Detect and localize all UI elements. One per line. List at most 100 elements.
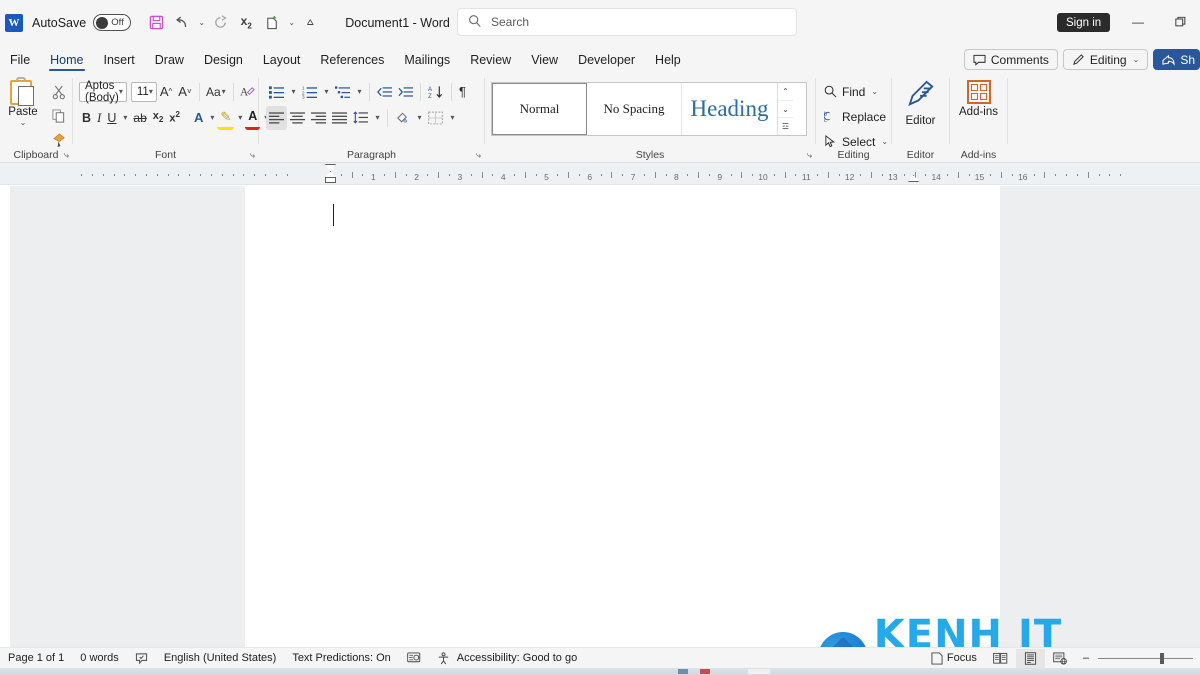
tab-insert[interactable]: Insert (94, 48, 145, 72)
styles-more-icon[interactable]: ☲ (778, 117, 793, 135)
tab-draw[interactable]: Draw (145, 48, 194, 72)
strikethrough-icon[interactable]: ab (130, 106, 149, 130)
customize-qat-icon[interactable]: ⩟ (297, 10, 323, 36)
replace-button[interactable]: bc Replace (824, 104, 891, 129)
horizontal-ruler[interactable]: 1 2 3 4 5 6 7 8 9 10 11 12 13 14 15 16 (81, 163, 1122, 185)
accessibility-status[interactable]: Accessibility: Good to go (429, 649, 585, 668)
bullet-list-dropdown-icon[interactable]: ▾ (287, 80, 299, 104)
multilevel-list-dropdown-icon[interactable]: ▾ (353, 80, 365, 104)
text-predictions[interactable]: Text Predictions: On (284, 649, 398, 668)
cut-icon[interactable] (46, 80, 72, 104)
decrease-indent-icon[interactable] (374, 80, 395, 104)
display-settings-icon[interactable] (399, 649, 429, 668)
align-center-icon[interactable] (287, 106, 308, 130)
style-item-normal[interactable]: Normal (492, 83, 587, 135)
grow-font-icon[interactable]: A ^ (157, 80, 175, 104)
clipboard-dialog-launcher[interactable]: ⤷ (64, 150, 69, 161)
align-right-icon[interactable] (308, 106, 329, 130)
shrink-font-icon[interactable]: A ˅ (175, 80, 194, 104)
taskbar-item-3[interactable] (748, 669, 770, 674)
zoom-slider[interactable] (1098, 652, 1193, 664)
font-name-combo[interactable]: Aptos (Body) ▾ (79, 80, 127, 104)
addins-button[interactable]: Add-ins (950, 80, 1007, 118)
styles-dialog-launcher[interactable]: ⤷ (807, 150, 812, 161)
text-highlight-icon[interactable]: ✎ (217, 106, 235, 130)
text-effects-icon[interactable]: A (191, 106, 206, 130)
zoom-out-button[interactable]: – (1075, 649, 1091, 668)
read-mode-icon[interactable] (985, 649, 1016, 668)
sort-icon[interactable]: AZ (425, 80, 447, 104)
tab-file[interactable]: File (0, 48, 40, 72)
language[interactable]: English (United States) (156, 649, 285, 668)
undo-dropdown-icon[interactable]: ⌄ (195, 10, 207, 36)
shading-dropdown-icon[interactable]: ▾ (413, 106, 425, 130)
show-formatting-marks-icon[interactable]: ¶ (456, 80, 469, 104)
tab-layout[interactable]: Layout (253, 48, 311, 72)
proofing-errors-icon[interactable] (127, 649, 156, 668)
find-button[interactable]: Find ⌄ (824, 79, 891, 104)
align-left-icon[interactable] (266, 105, 287, 130)
subscript-icon[interactable]: x2 (233, 10, 259, 36)
undo-icon[interactable] (169, 10, 195, 36)
tab-help[interactable]: Help (645, 48, 691, 72)
copy-icon[interactable] (46, 104, 72, 128)
change-case-icon[interactable]: Aa ▾ (203, 80, 229, 104)
autosave-toggle[interactable]: Off (93, 14, 132, 31)
editor-button[interactable]: Editor (892, 80, 949, 127)
font-dialog-launcher[interactable]: ⤷ (250, 150, 255, 161)
focus-mode-button[interactable]: Focus (923, 649, 985, 668)
web-layout-icon[interactable] (1045, 649, 1075, 668)
new-document-icon[interactable] (259, 10, 285, 36)
italic-icon[interactable]: I (94, 106, 104, 130)
line-spacing-dropdown-icon[interactable]: ▾ (371, 106, 383, 130)
increase-indent-icon[interactable] (395, 80, 416, 104)
numbered-list-dropdown-icon[interactable]: ▾ (320, 80, 332, 104)
line-spacing-icon[interactable] (350, 106, 371, 130)
borders-dropdown-icon[interactable]: ▾ (446, 106, 458, 130)
superscript-format-icon[interactable]: x2 (166, 106, 183, 130)
editing-mode-button[interactable]: Editing ⌄ (1062, 49, 1149, 70)
first-line-indent-marker[interactable] (325, 164, 336, 172)
minimize-button[interactable]: — (1125, 10, 1151, 34)
tab-home[interactable]: Home (40, 48, 93, 72)
tab-view[interactable]: View (521, 48, 568, 72)
share-button[interactable]: Sh (1153, 49, 1200, 70)
print-layout-icon[interactable] (1015, 648, 1045, 668)
word-count[interactable]: 0 words (72, 649, 127, 668)
new-document-dropdown-icon[interactable]: ⌄ (285, 10, 297, 36)
taskbar-item-2[interactable] (700, 669, 710, 674)
tab-mailings[interactable]: Mailings (394, 48, 460, 72)
subscript-format-icon[interactable]: x2 (150, 106, 167, 130)
borders-icon[interactable] (425, 106, 446, 130)
paste-dropdown-icon[interactable]: ⌄ (1, 118, 45, 127)
zoom-slider-thumb[interactable] (1160, 652, 1164, 664)
highlight-dropdown-icon[interactable]: ▾ (234, 106, 245, 130)
styles-scroll-up-icon[interactable]: ⌃ (778, 83, 793, 100)
bold-icon[interactable]: B (79, 106, 94, 130)
tab-references[interactable]: References (310, 48, 394, 72)
text-effects-dropdown-icon[interactable]: ▾ (206, 106, 217, 130)
numbered-list-icon[interactable]: 123 (299, 80, 320, 104)
comments-button[interactable]: Comments (963, 49, 1058, 70)
justify-icon[interactable] (329, 106, 350, 130)
taskbar-item-1[interactable] (678, 669, 688, 674)
clear-formatting-icon[interactable]: A (237, 80, 258, 104)
restore-button[interactable] (1168, 10, 1194, 34)
bullet-list-icon[interactable] (266, 80, 287, 104)
left-indent-marker[interactable] (325, 177, 336, 183)
font-size-combo[interactable]: 11 ▾ (130, 81, 157, 102)
tab-review[interactable]: Review (460, 48, 521, 72)
paste-button[interactable]: Paste ⌄ (1, 77, 45, 152)
underline-icon[interactable]: U (104, 106, 119, 130)
tab-developer[interactable]: Developer (568, 48, 645, 72)
style-item-no-spacing[interactable]: No Spacing (587, 83, 682, 135)
sign-in-button[interactable]: Sign in (1057, 13, 1111, 32)
paragraph-dialog-launcher[interactable]: ⤷ (476, 150, 481, 161)
word-app-icon[interactable]: W (5, 13, 23, 32)
select-dropdown-icon[interactable]: ⌄ (881, 137, 888, 146)
document-page[interactable] (245, 186, 1000, 647)
tab-design[interactable]: Design (194, 48, 253, 72)
find-dropdown-icon[interactable]: ⌄ (871, 87, 878, 96)
search-input[interactable]: Search (457, 8, 797, 36)
styles-scroll-down-icon[interactable]: ⌄ (778, 99, 793, 118)
